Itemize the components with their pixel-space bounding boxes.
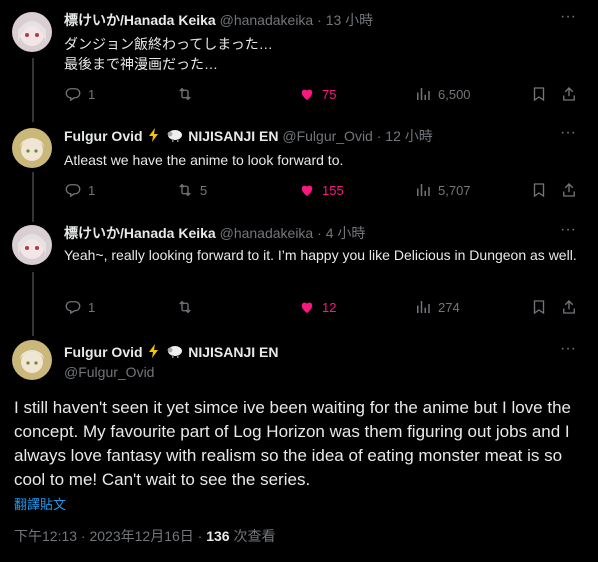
reply-tweet[interactable]: Fulgur Ovid NIJISANJI EN @Fulgur_Ovid · …: [0, 125, 598, 216]
views-icon: [417, 88, 430, 100]
retweet-button[interactable]: 5: [176, 180, 207, 200]
heart-filled-icon: [301, 185, 313, 196]
like-count: 155: [322, 182, 344, 198]
retweet-button[interactable]: [176, 297, 200, 317]
like-count: 75: [322, 86, 337, 102]
lightning-icon: [146, 127, 162, 148]
share-button[interactable]: [560, 84, 578, 104]
tweet-text: Yeah~, really looking forward to it. I’m…: [64, 247, 577, 263]
retweet-count: 5: [200, 182, 208, 198]
reply-icon: [65, 88, 81, 102]
tweet-header: 標けいか/Hanada Keika @hanadakeika · 13 小時: [64, 10, 558, 30]
views-button[interactable]: 274: [414, 297, 460, 317]
view-count: 136: [206, 528, 230, 544]
avatar[interactable]: [12, 128, 52, 168]
more-icon[interactable]: ···: [558, 341, 578, 362]
display-name[interactable]: 標けいか/Hanada Keika: [64, 225, 216, 241]
more-icon[interactable]: ···: [558, 125, 578, 146]
action-bar: 1 5 155 5,707: [64, 180, 582, 200]
share-button[interactable]: [560, 180, 578, 200]
reply-button[interactable]: 1: [64, 180, 95, 200]
display-name[interactable]: 標けいか/Hanada Keika: [64, 12, 216, 28]
translate-link[interactable]: 翻譯貼文: [14, 494, 66, 513]
bookmark-icon: [533, 183, 545, 198]
main-display-name[interactable]: Fulgur Ovid NIJISANJI EN: [64, 342, 278, 364]
main-handle[interactable]: @Fulgur_Ovid: [64, 362, 154, 382]
display-name[interactable]: Fulgur Ovid: [64, 128, 143, 144]
avatar[interactable]: [12, 225, 52, 265]
timestamp[interactable]: 4 小時: [326, 225, 366, 241]
separator: ·: [317, 12, 322, 28]
reply-count: 1: [88, 299, 96, 315]
tweet-meta: 下午12:13 · 2023年12月16日 · 136 次查看: [14, 527, 275, 545]
bookmark-icon: [533, 87, 545, 102]
reply-count: 1: [88, 182, 96, 198]
view-count: 6,500: [438, 86, 471, 102]
share-icon: [563, 183, 575, 197]
like-button[interactable]: 12: [298, 297, 336, 317]
views-icon: [417, 301, 430, 313]
view-count: 5,707: [438, 182, 471, 198]
tweet-header: Fulgur Ovid NIJISANJI EN @Fulgur_Ovid · …: [64, 126, 558, 146]
views-icon: [417, 184, 430, 196]
retweet-icon: [179, 183, 191, 197]
more-icon[interactable]: ···: [558, 9, 578, 30]
share-icon: [563, 300, 575, 314]
action-bar: 1 75 6,500: [64, 84, 582, 104]
more-icon[interactable]: ···: [558, 222, 578, 243]
reply-button[interactable]: 1: [64, 297, 95, 317]
like-count: 12: [322, 299, 337, 315]
like-button[interactable]: 75: [298, 84, 336, 104]
heart-filled-icon: [301, 89, 313, 100]
views-label: 次查看: [229, 528, 276, 544]
display-name: Fulgur Ovid: [64, 344, 143, 360]
views-button[interactable]: 5,707: [414, 180, 471, 200]
share-button[interactable]: [560, 297, 578, 317]
tweet-header: 標けいか/Hanada Keika @hanadakeika · 4 小時: [64, 223, 558, 243]
views-button[interactable]: 6,500: [414, 84, 471, 104]
avatar[interactable]: [12, 12, 52, 52]
retweet-icon: [179, 300, 191, 314]
retweet-button[interactable]: [176, 84, 200, 104]
tweet-text: Atleast we have the anime to look forwar…: [64, 152, 344, 168]
handle[interactable]: @hanadakeika: [220, 225, 314, 241]
retweet-icon: [179, 87, 191, 101]
reply-icon: [65, 184, 81, 198]
reply-tweet[interactable]: 標けいか/Hanada Keika @hanadakeika · 4 小時 ··…: [0, 222, 598, 333]
tweet-text: ダンジョン飯終わってしまった… 最後まで神漫画だった…: [64, 36, 273, 72]
timestamp[interactable]: 12 小時: [385, 128, 432, 144]
reply-button[interactable]: 1: [64, 84, 95, 104]
reply-tweet[interactable]: 標けいか/Hanada Keika @hanadakeika · 13 小時 ·…: [0, 9, 598, 120]
sheep-icon: [166, 343, 184, 364]
main-tweet-text: I still haven't seen it yet simce ive be…: [14, 398, 571, 489]
view-count: 274: [438, 299, 460, 315]
bookmark-button[interactable]: [530, 297, 548, 317]
avatar[interactable]: [12, 340, 52, 380]
reply-icon: [65, 301, 81, 315]
action-bar: 1 12 274: [64, 297, 582, 317]
handle[interactable]: @Fulgur_Ovid: [282, 128, 372, 144]
share-icon: [563, 87, 575, 101]
handle[interactable]: @hanadakeika: [220, 12, 314, 28]
separator: ·: [317, 225, 322, 241]
display-name-suffix: NIJISANJI EN: [188, 128, 279, 144]
like-button[interactable]: 155: [298, 180, 344, 200]
sheep-icon: [166, 127, 184, 148]
lightning-icon: [146, 343, 162, 364]
bookmark-button[interactable]: [530, 180, 548, 200]
tweet-timestamp[interactable]: 下午12:13 · 2023年12月16日 ·: [14, 528, 206, 544]
heart-filled-icon: [301, 302, 313, 313]
bookmark-button[interactable]: [530, 84, 548, 104]
reply-count: 1: [88, 86, 96, 102]
timestamp[interactable]: 13 小時: [326, 12, 373, 28]
separator: ·: [376, 128, 382, 144]
bookmark-icon: [533, 300, 545, 315]
display-name-suffix: NIJISANJI EN: [188, 344, 279, 360]
